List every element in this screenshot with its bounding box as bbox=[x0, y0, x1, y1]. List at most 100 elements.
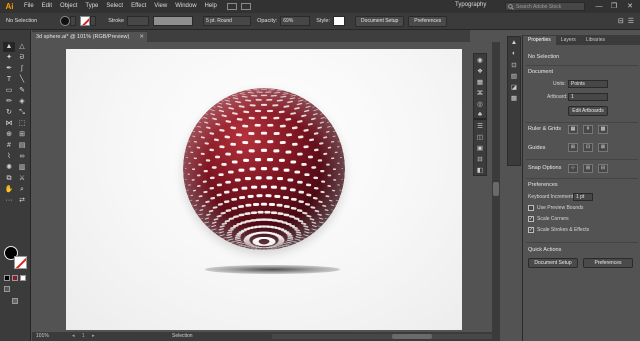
menu-type[interactable]: Type bbox=[81, 0, 102, 13]
artboard-navigator[interactable]: ◂ 1 ▸ bbox=[72, 332, 98, 341]
panel-strip-a-icon-4[interactable]: ◎ bbox=[474, 98, 486, 109]
document-setup-button[interactable]: Document Setup bbox=[355, 15, 405, 27]
guides-show-icon[interactable]: ⊞ bbox=[568, 143, 578, 152]
snap-to-point-icon[interactable]: ⊹ bbox=[568, 164, 578, 173]
arrange-objects-icon[interactable]: ⊟ bbox=[618, 17, 624, 25]
smart-guides-icon[interactable]: ⊠ bbox=[598, 143, 608, 152]
fill-swatch[interactable] bbox=[60, 16, 71, 26]
direct-selection-tool[interactable]: △ bbox=[16, 42, 28, 52]
tab-layers[interactable]: Layers bbox=[556, 36, 581, 45]
eyedropper-tool[interactable]: ⌇ bbox=[3, 152, 15, 162]
tab-properties[interactable]: Properties bbox=[523, 36, 556, 45]
minimize-icon[interactable]: — bbox=[592, 0, 606, 13]
panel-menu-icon[interactable]: ☰ bbox=[628, 17, 634, 25]
vertical-scrollbar[interactable] bbox=[492, 42, 500, 332]
panel-strip-c-icon-2[interactable]: ⊡ bbox=[508, 59, 520, 70]
variable-width-profile[interactable] bbox=[153, 16, 194, 26]
eraser-tool[interactable]: ◈ bbox=[16, 97, 28, 107]
menu-file[interactable]: File bbox=[20, 0, 38, 13]
curvature-tool[interactable]: ∫ bbox=[16, 64, 28, 74]
panel-strip-c-icon-1[interactable]: ◐ bbox=[508, 48, 520, 59]
panel-strip-b-icon-2[interactable]: ▣ bbox=[474, 142, 486, 153]
horizontal-scroll-thumb[interactable] bbox=[392, 334, 432, 339]
brush-definition[interactable]: 5 pt. Round bbox=[203, 16, 252, 26]
menu-object[interactable]: Object bbox=[56, 0, 81, 13]
menu-view[interactable]: View bbox=[150, 0, 171, 13]
preferences-button[interactable]: Preferences bbox=[408, 15, 448, 27]
arrange-documents[interactable] bbox=[226, 3, 255, 10]
selection-tool[interactable]: ▲ bbox=[3, 42, 15, 52]
zoom-level[interactable]: 101% bbox=[36, 332, 49, 341]
panel-strip-a-icon-3[interactable]: ⌘ bbox=[474, 87, 486, 98]
layout-icon[interactable] bbox=[240, 3, 251, 10]
arrange-icon[interactable] bbox=[226, 3, 237, 10]
scale-tool[interactable]: ⤡ bbox=[16, 108, 28, 118]
quick-document-setup-button[interactable]: Document Setup bbox=[528, 258, 578, 268]
pen-tool[interactable]: ✒ bbox=[3, 64, 15, 74]
stock-search[interactable]: Search Adobe Stock bbox=[505, 2, 585, 11]
scale-corners-checkbox[interactable]: ✓ bbox=[528, 216, 534, 222]
snap-to-pixel-icon[interactable]: ⊞ bbox=[583, 164, 593, 173]
panel-strip-b-icon-4[interactable]: ◧ bbox=[474, 164, 486, 175]
shape-builder-tool[interactable]: ⊕ bbox=[3, 130, 15, 140]
document-tab[interactable]: 3d sphere.ai* @ 101% (RGB/Preview) ✕ bbox=[32, 31, 147, 42]
quick-preferences-button[interactable]: Preferences bbox=[583, 258, 633, 268]
type-tool[interactable]: T bbox=[3, 75, 15, 85]
screen-mode-icon[interactable] bbox=[12, 298, 18, 304]
workspace-switcher[interactable]: Typography bbox=[455, 2, 486, 8]
rotate-tool[interactable]: ↻ bbox=[3, 108, 15, 118]
menu-window[interactable]: Window bbox=[171, 0, 200, 13]
color-mode-icon[interactable] bbox=[12, 275, 18, 281]
perspective-grid-tool[interactable]: ⊞ bbox=[16, 130, 28, 140]
menu-effect[interactable]: Effect bbox=[127, 0, 150, 13]
tab-libraries[interactable]: Libraries bbox=[581, 36, 610, 45]
transparency-grid-icon[interactable]: ▩ bbox=[598, 125, 608, 134]
menu-edit[interactable]: Edit bbox=[38, 0, 56, 13]
stroke-label[interactable]: Stroke bbox=[108, 18, 124, 24]
rulers-icon[interactable]: ▦ bbox=[568, 125, 578, 134]
panel-strip-b-icon-0[interactable]: ☰ bbox=[474, 120, 486, 131]
panel-strip-a-icon-0[interactable]: ◉ bbox=[474, 54, 486, 65]
panel-strip-b-icon-1[interactable]: ◫ bbox=[474, 131, 486, 142]
mesh-tool[interactable]: # bbox=[3, 141, 15, 151]
blend-tool[interactable]: ∞ bbox=[16, 152, 28, 162]
symbol-sprayer-tool[interactable]: ✺ bbox=[3, 163, 15, 173]
zoom-tool[interactable]: ⌕ bbox=[16, 185, 28, 195]
draw-mode-icon[interactable] bbox=[4, 286, 10, 292]
stroke-dropdown[interactable] bbox=[90, 16, 97, 26]
current-tool-status[interactable]: Selection bbox=[172, 332, 193, 341]
menu-select[interactable]: Select bbox=[102, 0, 127, 13]
hand-tool[interactable]: ✋ bbox=[3, 185, 15, 195]
edit-toolbar-button[interactable]: ··· bbox=[3, 196, 15, 206]
grid-icon[interactable]: # bbox=[583, 125, 593, 134]
stroke-swatch[interactable] bbox=[80, 16, 91, 26]
snap-to-grid-icon[interactable]: ⊟ bbox=[598, 164, 608, 173]
edit-artboards-button[interactable]: Edit Artboards bbox=[568, 106, 608, 116]
panel-strip-c-icon-4[interactable]: ◪ bbox=[508, 81, 520, 92]
panel-strip-c-icon-3[interactable]: ▧ bbox=[508, 70, 520, 81]
pencil-tool[interactable]: ✏ bbox=[3, 97, 15, 107]
panel-strip-c-icon-5[interactable]: ▩ bbox=[508, 92, 520, 103]
line-tool[interactable]: ╲ bbox=[16, 75, 28, 85]
gradient-tool[interactable]: ▤ bbox=[16, 141, 28, 151]
width-tool[interactable]: ⋈ bbox=[3, 119, 15, 129]
restore-icon[interactable]: ❐ bbox=[607, 0, 621, 13]
opacity-label[interactable]: Opacity: bbox=[257, 18, 277, 24]
guides-lock-icon[interactable]: ⊡ bbox=[583, 143, 593, 152]
panel-strip-c-icon-0[interactable]: ▲ bbox=[508, 37, 520, 48]
slice-tool[interactable]: ⚔ bbox=[16, 174, 28, 184]
swap-colors-icon[interactable]: ⇄ bbox=[16, 196, 28, 206]
column-graph-tool[interactable]: ▥ bbox=[16, 163, 28, 173]
horizontal-scrollbar[interactable] bbox=[272, 334, 492, 339]
fill-dropdown[interactable] bbox=[70, 16, 77, 26]
rectangle-tool[interactable]: ▭ bbox=[3, 86, 15, 96]
none-mode-icon[interactable] bbox=[20, 275, 26, 281]
default-fill-icon[interactable] bbox=[4, 275, 10, 281]
stroke-weight-field[interactable] bbox=[127, 16, 150, 26]
lasso-tool[interactable]: ᘐ bbox=[16, 53, 28, 63]
use-preview-bounds-checkbox[interactable] bbox=[528, 205, 534, 211]
panel-strip-a-icon-1[interactable]: ❖ bbox=[474, 65, 486, 76]
magic-wand-tool[interactable]: ✦ bbox=[3, 53, 15, 63]
vertical-scroll-thumb[interactable] bbox=[493, 182, 499, 196]
panel-strip-a-icon-2[interactable]: ▦ bbox=[474, 76, 486, 87]
